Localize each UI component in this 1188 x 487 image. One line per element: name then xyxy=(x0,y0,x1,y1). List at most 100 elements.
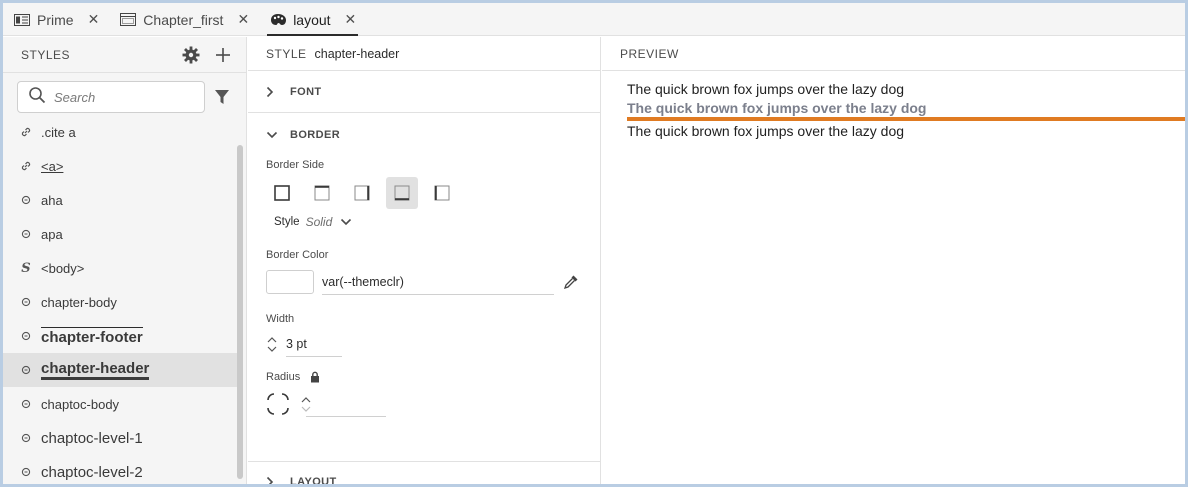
width-label: Width xyxy=(266,313,295,325)
style-editor-panel: STYLE chapter-header FONT BORDER Border … xyxy=(248,37,601,487)
list-item-label: chapter-body xyxy=(41,294,117,310)
list-item[interactable]: .cite a xyxy=(3,115,237,149)
border-color-row: var(--themeclr) xyxy=(266,269,600,295)
border-style-value[interactable]: Solid xyxy=(306,215,333,229)
close-icon[interactable]: ✕ xyxy=(237,11,249,28)
element-s-icon: S xyxy=(21,260,31,276)
style-class-icon xyxy=(19,229,33,239)
app-window: Prime ✕ Chapter_first ✕ layout ✕ STYLES xyxy=(0,0,1188,487)
list-item-label: chapter-header xyxy=(41,360,150,380)
border-side-group xyxy=(266,177,600,209)
search-icon xyxy=(28,86,46,109)
border-color-input[interactable]: var(--themeclr) xyxy=(322,269,554,295)
list-item-label: apa xyxy=(41,226,63,242)
style-class-icon xyxy=(19,195,33,205)
style-class-icon xyxy=(19,297,33,307)
chevron-down-icon xyxy=(267,346,277,352)
tab-label: Chapter_first xyxy=(143,11,224,28)
width-stepper: 3 pt xyxy=(266,331,600,357)
list-item[interactable]: chapter-footer xyxy=(3,319,237,353)
search-input[interactable] xyxy=(54,89,194,105)
border-style-row: Style Solid xyxy=(274,215,600,229)
border-bottom-button[interactable] xyxy=(386,177,418,209)
border-left-button[interactable] xyxy=(426,177,458,209)
sidebar-header: STYLES xyxy=(3,37,246,73)
list-item[interactable]: <a> xyxy=(3,149,237,183)
section-label: LAYOUT xyxy=(290,476,337,487)
styles-sidebar: STYLES .cite a xyxy=(3,37,247,484)
corner-radius-icon xyxy=(266,392,290,416)
preview-border-rule xyxy=(627,117,1185,121)
font-section-toggle[interactable]: FONT xyxy=(248,71,600,113)
list-item[interactable]: aha xyxy=(3,183,237,217)
radius-label-row: Radius xyxy=(266,371,600,383)
border-section-toggle[interactable]: BORDER xyxy=(266,113,600,157)
link-icon xyxy=(19,160,33,172)
preview-header-text: The quick brown fox jumps over the lazy … xyxy=(627,100,927,116)
border-side-label: Border Side xyxy=(266,159,325,171)
search-row xyxy=(3,73,246,115)
sidebar-title: STYLES xyxy=(21,47,71,62)
list-item-selected[interactable]: chapter-header xyxy=(3,353,237,387)
border-all-button[interactable] xyxy=(266,177,298,209)
sidebar-scrollbar[interactable] xyxy=(237,145,243,479)
tab-prime[interactable]: Prime ✕ xyxy=(3,3,109,36)
lock-icon[interactable] xyxy=(310,371,320,383)
list-item-label: chaptoc-body xyxy=(41,396,120,412)
document-icon xyxy=(13,13,31,27)
color-swatch[interactable] xyxy=(266,270,314,294)
radius-input[interactable] xyxy=(306,405,386,417)
gear-icon[interactable] xyxy=(182,46,200,64)
stepper-arrows[interactable] xyxy=(266,336,278,353)
border-color-label: Border Color xyxy=(266,249,329,261)
layout-icon xyxy=(119,13,137,27)
tab-chapter-first[interactable]: Chapter_first ✕ xyxy=(109,3,259,36)
style-class-icon xyxy=(19,433,33,443)
border-right-button[interactable] xyxy=(346,177,378,209)
list-item-label: <a> xyxy=(41,158,64,174)
list-item[interactable]: chapter-body xyxy=(3,285,237,319)
tab-label: layout xyxy=(293,11,331,28)
filter-icon[interactable] xyxy=(213,88,231,106)
layout-section-toggle[interactable]: LAYOUT xyxy=(248,461,600,487)
add-icon[interactable] xyxy=(214,46,232,64)
preview-header: PREVIEW xyxy=(602,37,1185,71)
list-item[interactable]: S <body> xyxy=(3,251,237,285)
list-item[interactable]: chaptoc-level-2 xyxy=(3,455,237,484)
chevron-up-icon xyxy=(267,336,277,342)
tab-bar: Prime ✕ Chapter_first ✕ layout ✕ xyxy=(3,3,1185,36)
style-label: Style xyxy=(274,216,300,228)
list-item-label: aha xyxy=(41,192,63,208)
list-item-label: <body> xyxy=(41,260,85,276)
eyedropper-icon[interactable] xyxy=(562,273,580,291)
style-class-icon xyxy=(19,399,33,409)
preview-text-line: The quick brown fox jumps over the lazy … xyxy=(627,123,905,139)
radius-label: Radius xyxy=(266,371,301,383)
chevron-right-icon xyxy=(266,86,278,98)
preview-text-line: The quick brown fox jumps over the lazy … xyxy=(627,81,905,97)
border-top-button[interactable] xyxy=(306,177,338,209)
section-label: FONT xyxy=(290,85,322,98)
list-item[interactable]: chaptoc-body xyxy=(3,387,237,421)
chevron-down-icon[interactable] xyxy=(340,218,352,226)
style-key-label: STYLE xyxy=(266,46,307,61)
list-item-label: chaptoc-level-2 xyxy=(41,463,143,481)
list-item[interactable]: chaptoc-level-1 xyxy=(3,421,237,455)
search-box[interactable] xyxy=(17,81,205,113)
style-class-icon xyxy=(19,467,33,477)
border-section: BORDER Border Side Style Solid Border Co… xyxy=(248,113,600,417)
list-item[interactable]: apa xyxy=(3,217,237,251)
section-label: BORDER xyxy=(290,129,341,141)
preview-panel: PREVIEW The quick brown fox jumps over t… xyxy=(602,37,1185,484)
link-icon xyxy=(19,126,33,138)
list-item-label: .cite a xyxy=(41,124,76,140)
list-item-label: chapter-footer xyxy=(41,326,143,346)
style-class-icon xyxy=(19,365,33,375)
width-input[interactable]: 3 pt xyxy=(286,331,342,357)
tab-layout[interactable]: layout ✕ xyxy=(259,3,366,36)
close-icon[interactable]: ✕ xyxy=(345,11,357,28)
close-icon[interactable]: ✕ xyxy=(88,11,100,28)
palette-icon xyxy=(269,13,287,27)
chevron-right-icon xyxy=(266,476,278,484)
style-class-icon xyxy=(19,331,33,341)
